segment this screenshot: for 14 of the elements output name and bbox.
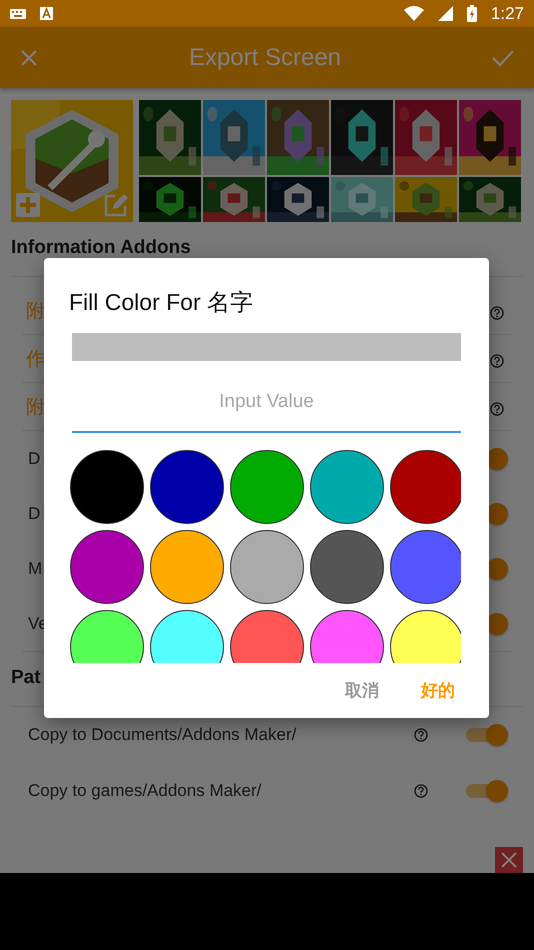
option-label: M <box>27 558 42 578</box>
confirm-button[interactable]: 好的 <box>415 675 461 706</box>
field-label: 作 <box>25 348 45 372</box>
cancel-button[interactable]: 取消 <box>339 675 385 706</box>
option-label: Copy to games/Addons Maker/ <box>27 781 262 801</box>
value-input[interactable]: Input Value <box>72 381 461 433</box>
dialog-title: Fill Color For 名字 <box>69 288 254 317</box>
option-label: D <box>27 504 40 524</box>
screen-title: Export Screen <box>188 44 342 72</box>
option-label: Copy to Documents/Addons Maker/ <box>27 725 296 745</box>
field-label: 附 <box>25 300 45 324</box>
option-label: D <box>27 448 40 468</box>
clock-time: 1:27 <box>490 4 524 24</box>
field-label: 附 <box>25 396 45 420</box>
